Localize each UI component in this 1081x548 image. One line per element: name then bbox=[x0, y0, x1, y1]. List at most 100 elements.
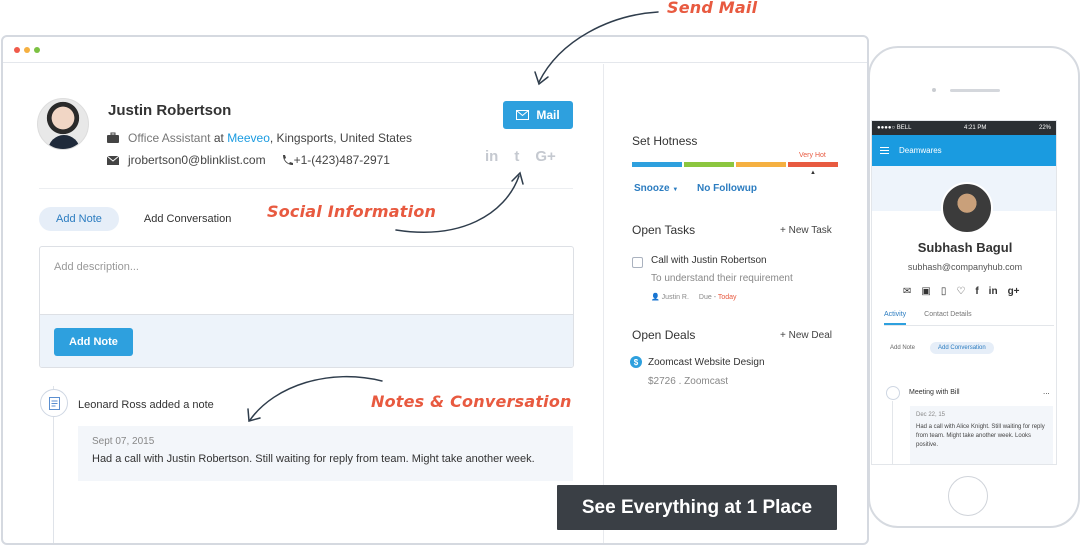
phone-note-icon bbox=[886, 386, 900, 400]
hotness-title: Set Hotness bbox=[632, 134, 698, 148]
timeline-note-card: Sept 07, 2015 Had a call with Justin Rob… bbox=[78, 426, 573, 481]
envelope-icon bbox=[106, 155, 120, 165]
phone-tab-activity[interactable]: Activity bbox=[884, 308, 907, 325]
briefcase-icon[interactable]: ▣ bbox=[921, 286, 930, 297]
phone-add-conversation-tab[interactable]: Add Conversation bbox=[930, 342, 994, 354]
phone-avatar bbox=[941, 182, 993, 234]
callout-social: Social Information bbox=[267, 202, 437, 221]
mail-button[interactable]: Mail bbox=[503, 101, 573, 129]
phone-app-bar: Deamwares bbox=[872, 135, 1056, 166]
contact-work-row: Office Assistant at Meeveo, Kingsports, … bbox=[106, 131, 412, 145]
phone-meeting-title: Meeting with Bill bbox=[909, 389, 960, 396]
hotness-segment-very-hot[interactable] bbox=[788, 162, 838, 167]
browser-window: Justin Robertson Office Assistant at Mee… bbox=[1, 35, 869, 545]
linkedin-icon[interactable]: in bbox=[485, 148, 498, 165]
google-plus-icon[interactable]: G+ bbox=[535, 148, 555, 165]
phone-mockup: ●●●●○ BELL 4:21 PM 22% Deamwares Subhash… bbox=[868, 46, 1080, 528]
task-due-label: Due - bbox=[698, 293, 717, 301]
phone-speaker bbox=[950, 89, 1000, 92]
new-task-label: New Task bbox=[788, 225, 832, 236]
new-task-button[interactable]: + New Task bbox=[780, 225, 832, 236]
task-description: To understand their requirement bbox=[651, 273, 793, 284]
open-tasks-title: Open Tasks bbox=[632, 223, 696, 237]
note-tabs: Add Note Add Conversation bbox=[39, 207, 248, 231]
note-editor: Add description... Add Note bbox=[39, 246, 574, 368]
deal-title[interactable]: Zoomcast Website Design bbox=[648, 357, 765, 368]
contact-email[interactable]: jrobertson0@blinklist.com bbox=[128, 153, 266, 167]
phone-tab-contact-details[interactable]: Contact Details bbox=[924, 308, 971, 325]
twitter-icon[interactable]: t bbox=[514, 148, 519, 165]
hotness-segment-warm[interactable] bbox=[684, 162, 734, 167]
snooze-dropdown[interactable]: Snooze ▼ bbox=[634, 183, 678, 194]
contact-avatar bbox=[37, 98, 89, 150]
phone-subtabs: Add Note Add Conversation bbox=[890, 342, 994, 354]
task-checkbox[interactable] bbox=[632, 257, 643, 268]
note-text: Had a call with Justin Robertson. Still … bbox=[92, 453, 535, 465]
new-deal-button[interactable]: + New Deal bbox=[780, 330, 832, 341]
more-options-icon[interactable]: ... bbox=[1043, 387, 1050, 396]
callout-notes: Notes & Conversation bbox=[371, 392, 572, 411]
phone-tabs: Activity Contact Details bbox=[884, 308, 1054, 326]
contact-sidebar: Set Hotness Very Hot ▲ Snooze ▼ No Follo… bbox=[603, 64, 867, 543]
contact-details-row: jrobertson0@blinklist.com +1-(423)487-29… bbox=[106, 153, 390, 167]
phone-app-title: Deamwares bbox=[899, 146, 942, 155]
phone-contact-email[interactable]: subhash@companyhub.com bbox=[872, 262, 1056, 272]
timeline-entry-title: Leonard Ross added a note bbox=[78, 399, 214, 411]
phone-note-card: Dec 22, 15 Had a call with Alice Knight.… bbox=[910, 406, 1053, 464]
contact-location: , Kingsports, United States bbox=[269, 131, 412, 145]
very-hot-label: Very Hot bbox=[799, 152, 826, 159]
mobile-icon[interactable]: ▯ bbox=[941, 286, 947, 297]
hamburger-menu-icon[interactable] bbox=[880, 147, 889, 154]
social-links: in t G+ bbox=[485, 148, 556, 165]
hotness-bar[interactable] bbox=[632, 162, 838, 167]
deal-subtitle: $2726 . Zoomcast bbox=[648, 376, 729, 387]
dollar-icon: $ bbox=[630, 356, 642, 368]
hotness-segment-cold[interactable] bbox=[632, 162, 682, 167]
add-note-button[interactable]: Add Note bbox=[54, 328, 133, 356]
heart-icon[interactable]: ♡ bbox=[956, 286, 965, 297]
phone-home-button bbox=[948, 476, 988, 516]
contact-role: Office Assistant bbox=[128, 131, 211, 145]
callout-send-mail: Send Mail bbox=[667, 0, 758, 17]
linkedin-icon[interactable]: in bbox=[989, 286, 998, 297]
mail-button-label: Mail bbox=[536, 108, 560, 122]
tab-add-conversation[interactable]: Add Conversation bbox=[127, 207, 248, 231]
phone-camera bbox=[932, 88, 936, 92]
contact-at: at bbox=[213, 131, 224, 145]
description-input[interactable]: Add description... bbox=[40, 247, 573, 314]
no-followup-link[interactable]: No Followup bbox=[697, 183, 757, 194]
note-date: Sept 07, 2015 bbox=[92, 436, 155, 447]
facebook-icon[interactable]: f bbox=[975, 286, 978, 297]
window-minimize-dot bbox=[24, 46, 30, 53]
window-close-dot bbox=[14, 46, 20, 53]
phone-add-note-tab[interactable]: Add Note bbox=[890, 345, 915, 351]
google-plus-icon[interactable]: g+ bbox=[1008, 286, 1020, 297]
chevron-down-icon: ▼ bbox=[672, 187, 679, 193]
browser-titlebar bbox=[3, 37, 867, 63]
mail-icon[interactable]: ✉ bbox=[903, 286, 911, 297]
phone-time: 4:21 PM bbox=[964, 125, 987, 131]
task-owner: Justin R. bbox=[661, 294, 689, 301]
contact-phone[interactable]: +1-(423)487-2971 bbox=[294, 153, 390, 167]
note-icon bbox=[40, 389, 68, 417]
mail-icon bbox=[516, 110, 530, 120]
phone-battery: 22% bbox=[1038, 125, 1051, 131]
new-deal-label: New Deal bbox=[788, 330, 832, 341]
contact-company-link[interactable]: Meeveo bbox=[227, 131, 270, 145]
phone-carrier: ●●●●○ BELL bbox=[877, 125, 912, 131]
stage: Send Mail Social Information Notes & Con… bbox=[0, 0, 1081, 548]
hotness-indicator-icon: ▲ bbox=[810, 170, 816, 176]
hotness-segment-hot[interactable] bbox=[736, 162, 786, 167]
briefcase-icon bbox=[107, 132, 119, 143]
phone-status-bar: ●●●●○ BELL 4:21 PM 22% bbox=[872, 121, 1056, 135]
phone-action-icons: ✉ ▣ ▯ ♡ f in g+ bbox=[903, 286, 1020, 297]
phone-contact-name: Subhash Bagul bbox=[917, 240, 1013, 255]
task-title[interactable]: Call with Justin Robertson bbox=[651, 255, 767, 266]
plus-icon: + bbox=[780, 225, 786, 236]
editor-actions: Add Note bbox=[40, 314, 573, 367]
task-meta: 👤 Justin R. Due - Today bbox=[651, 293, 737, 302]
see-everything-banner: See Everything at 1 Place bbox=[557, 485, 837, 530]
task-due-value: Today bbox=[717, 293, 737, 301]
phone-screen: ●●●●○ BELL 4:21 PM 22% Deamwares Subhash… bbox=[871, 120, 1057, 465]
tab-add-note[interactable]: Add Note bbox=[39, 207, 119, 231]
